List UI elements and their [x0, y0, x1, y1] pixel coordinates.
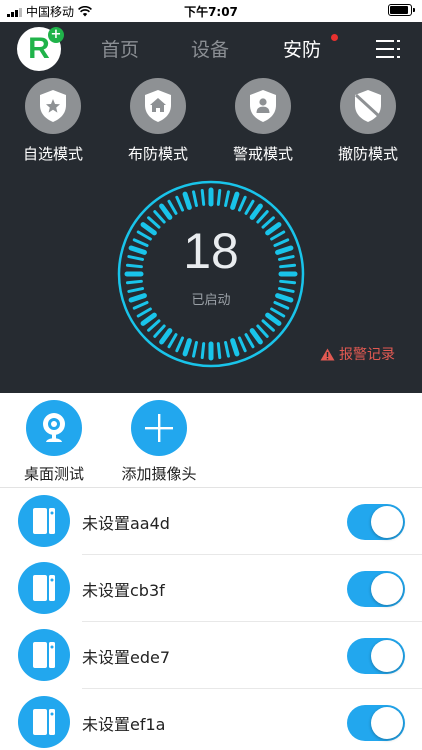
mode-alert[interactable]: 警戒模式	[218, 78, 308, 164]
gauge-tick	[159, 203, 173, 220]
alarm-record-label: 报警记录	[339, 347, 395, 363]
device-name: 未设置ef1a	[82, 715, 166, 734]
gauge-tick	[230, 191, 240, 210]
tab-security[interactable]: 安防	[283, 35, 321, 62]
gauge-tick	[159, 328, 173, 345]
battery-icon	[388, 4, 415, 16]
device-toggle[interactable]	[347, 571, 405, 607]
top-nav: R + 首页 设备 安防	[0, 22, 422, 74]
gauge-tick	[167, 199, 178, 215]
mode-custom[interactable]: 自选模式	[8, 78, 98, 164]
gauge-tick	[244, 333, 255, 349]
gauge-tick	[249, 203, 263, 220]
device-row[interactable]: 未设置ef1a	[0, 689, 422, 750]
status-time: 下午7:07	[184, 5, 238, 19]
gauge-tick	[192, 190, 198, 208]
gauge-tick	[216, 188, 222, 206]
plus-icon	[131, 400, 187, 456]
disarmed-shield-icon	[340, 78, 396, 134]
person-shield-icon	[235, 78, 291, 134]
gauge-tick	[265, 312, 282, 326]
tab-devices[interactable]: 设备	[191, 35, 229, 62]
gauge-tick	[256, 324, 269, 338]
mode-arm[interactable]: 布防模式	[113, 78, 203, 164]
gauge-tick	[256, 210, 269, 224]
gauge-tick	[182, 338, 192, 357]
notification-dot	[331, 34, 338, 41]
warning-icon	[320, 348, 335, 360]
webcam-icon	[26, 400, 82, 456]
camera-desk-test[interactable]: 桌面测试	[4, 400, 104, 484]
gauge-tick	[175, 195, 185, 212]
mode-label: 布防模式	[127, 145, 188, 163]
gauge-tick	[230, 338, 240, 357]
gauge-tick	[216, 342, 222, 360]
device-row[interactable]: 未设置cb3f	[0, 555, 422, 622]
device-name: 未设置ede7	[82, 648, 171, 667]
gauge-tick	[279, 279, 297, 285]
gauge-tick	[224, 340, 230, 358]
alarm-record-link[interactable]: 报警记录	[320, 344, 395, 364]
gauge-tick	[237, 336, 247, 353]
menu-icon[interactable]	[376, 39, 400, 59]
gauge-tick	[140, 312, 157, 326]
gauge-tick	[136, 307, 152, 318]
device-toggle[interactable]	[347, 504, 405, 540]
gauge-tick	[249, 328, 263, 345]
gauge-tick	[153, 324, 166, 338]
camera-label: 添加摄像头	[121, 465, 197, 483]
mode-disarm[interactable]: 撤防模式	[323, 78, 413, 164]
mode-label: 警戒模式	[232, 145, 293, 163]
gauge-value: 18	[183, 223, 239, 279]
gauge-tick	[192, 340, 198, 358]
gauge-tick	[147, 319, 161, 332]
mode-label: 撤防模式	[337, 145, 398, 163]
add-camera-button[interactable]: 添加摄像头	[109, 400, 209, 484]
house-shield-icon	[130, 78, 186, 134]
gauge-tick	[224, 190, 230, 208]
gauge-tick	[200, 188, 206, 206]
app-logo-icon[interactable]: R +	[17, 27, 64, 71]
door-sensor-icon	[18, 562, 70, 614]
gauge-tick	[182, 191, 192, 210]
device-row[interactable]: 未设置ede7	[0, 622, 422, 689]
star-shield-icon	[25, 78, 81, 134]
gauge-tick	[261, 319, 275, 332]
gauge-tick	[175, 336, 185, 353]
camera-label: 桌面测试	[23, 465, 84, 483]
gauge-tick	[270, 307, 286, 318]
door-sensor-icon	[18, 696, 70, 748]
gauge-status: 已启动	[191, 293, 231, 308]
gauge-tick	[200, 342, 206, 360]
gauge-tick	[167, 333, 178, 349]
gauge-tick	[153, 210, 166, 224]
device-toggle[interactable]	[347, 638, 405, 674]
gauge-tick	[244, 199, 255, 215]
door-sensor-icon	[18, 495, 70, 547]
status-bar: 中国移动 下午7:07	[0, 0, 422, 22]
device-toggle[interactable]	[347, 705, 405, 741]
device-name: 未设置aa4d	[82, 514, 170, 533]
tab-home[interactable]: 首页	[101, 35, 139, 62]
mode-label: 自选模式	[22, 145, 83, 163]
door-sensor-icon	[18, 629, 70, 681]
device-row[interactable]: 未设置aa4d	[0, 488, 422, 555]
gauge-tick	[125, 279, 143, 285]
device-name: 未设置cb3f	[82, 581, 165, 600]
gauge-tick	[237, 195, 247, 212]
